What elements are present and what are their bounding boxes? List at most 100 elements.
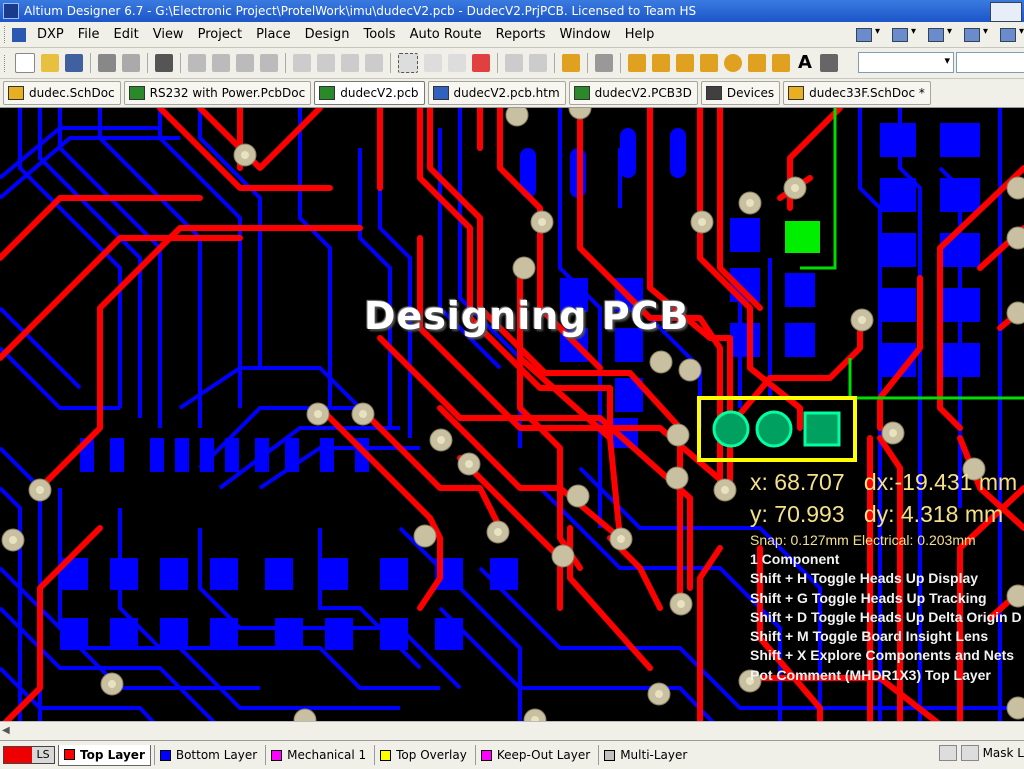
zoom-selected-icon[interactable]: [236, 54, 254, 72]
layer-tab-top-overlay[interactable]: Top Overlay: [374, 745, 472, 765]
window-controls[interactable]: [990, 2, 1022, 22]
place-string-icon[interactable]: A: [796, 54, 814, 72]
menu-file[interactable]: File: [71, 27, 107, 42]
undo-icon[interactable]: [505, 54, 523, 72]
menu-dxp[interactable]: DXP: [30, 27, 71, 42]
redo-icon[interactable]: [529, 54, 547, 72]
layer-color-swatch: [480, 749, 492, 761]
rubber-stamp-icon[interactable]: [365, 54, 383, 72]
place-fill-icon[interactable]: [772, 54, 790, 72]
toolbar-combo[interactable]: [858, 52, 954, 73]
hud-dy: dy: 4.318 mm: [863, 501, 1004, 527]
layer-tab-label: Keep-Out Layer: [496, 748, 591, 762]
align-dropdown-icon[interactable]: [960, 24, 988, 44]
window-title: Altium Designer 6.7 - G:\Electronic Proj…: [24, 4, 697, 18]
layer-tab-multi-layer[interactable]: Multi-Layer: [598, 745, 692, 765]
grid-dropdown-icon[interactable]: [996, 24, 1024, 44]
copy-icon[interactable]: [317, 54, 335, 72]
open-icon[interactable]: [41, 54, 59, 72]
doc-tab-label: dudecV2.pcb.htm: [453, 86, 560, 100]
toolbar-separator: [90, 53, 91, 73]
select-area-icon[interactable]: [398, 53, 418, 73]
doc-tab[interactable]: dudec33F.SchDoc *: [783, 81, 931, 105]
horizontal-scrollbar[interactable]: ◀: [0, 721, 1024, 741]
hud-y: y: 70.993: [750, 501, 845, 527]
place-via-icon[interactable]: [724, 54, 742, 72]
hud-x: x: 68.707: [750, 469, 845, 495]
multi-route-icon[interactable]: [676, 54, 694, 72]
layer-tab-bottom-layer[interactable]: Bottom Layer: [153, 745, 262, 765]
doc-tab[interactable]: Devices: [700, 81, 781, 105]
print-icon[interactable]: [98, 54, 116, 72]
menu-project[interactable]: Project: [191, 27, 249, 42]
header-pad-2: [755, 410, 793, 448]
print-preview-icon[interactable]: [122, 54, 140, 72]
doc-tab[interactable]: dudec.SchDoc: [3, 81, 121, 105]
cross-probe-icon[interactable]: [562, 54, 580, 72]
menu-window[interactable]: Window: [553, 27, 618, 42]
doc-tab[interactable]: dudecV2.pcb.htm: [427, 81, 566, 105]
interactive-dropdown-icon[interactable]: [924, 24, 952, 44]
toolbar-separator: [587, 53, 588, 73]
zoom-fit-icon[interactable]: [188, 54, 206, 72]
layer-tab-top-layer[interactable]: Top Layer: [58, 744, 151, 766]
doc-tab[interactable]: dudecV2.PCB3D: [568, 81, 698, 105]
new-icon[interactable]: [15, 53, 35, 73]
select-connected-icon[interactable]: [448, 54, 466, 72]
save-icon[interactable]: [65, 54, 83, 72]
menu-reports[interactable]: Reports: [489, 27, 553, 42]
doc-tab-active[interactable]: dudecV2.pcb: [314, 81, 425, 105]
place-component-icon[interactable]: [820, 54, 838, 72]
schematic-icon: [788, 86, 805, 100]
menu-auto-route[interactable]: Auto Route: [403, 27, 489, 42]
filter-dropdown-icon[interactable]: [852, 24, 880, 44]
toolbar-separator: [180, 53, 181, 73]
doc-tab[interactable]: RS232 with Power.PcbDoc: [123, 81, 312, 105]
menu-tools[interactable]: Tools: [357, 27, 403, 42]
hud-line: Pot Comment (MHDR1X3) Top Layer: [750, 666, 991, 683]
cut-icon[interactable]: [293, 54, 311, 72]
mask-level-button[interactable]: Mask L: [983, 746, 1024, 760]
hud-line: Shift + M Toggle Board Insight Lens: [750, 628, 989, 645]
place-pad-icon[interactable]: [700, 54, 718, 72]
menu-edit[interactable]: Edit: [107, 27, 146, 42]
move-icon[interactable]: [424, 54, 442, 72]
paste-icon[interactable]: [341, 54, 359, 72]
select-dropdown-icon[interactable]: [888, 24, 916, 44]
toolbar-grip: [4, 54, 8, 72]
title-bar: Altium Designer 6.7 - G:\Electronic Proj…: [0, 0, 1024, 22]
layer-tab-mechanical-1[interactable]: Mechanical 1: [265, 745, 371, 765]
pcb-canvas[interactable]: Designing PCB x: 68.707 dx:-19.431 mm y:…: [0, 108, 1024, 740]
zoom-filtered-icon[interactable]: [260, 54, 278, 72]
layer-tabs-bar: LS Top Layer Bottom Layer Mechanical 1 T…: [0, 740, 1024, 769]
zoom-area-icon[interactable]: [212, 54, 230, 72]
toolbar-separator: [147, 53, 148, 73]
open-device-icon[interactable]: [155, 54, 173, 72]
snap-options-icon[interactable]: [938, 745, 957, 761]
browse-components-icon[interactable]: [595, 54, 613, 72]
altium-app-icon: [3, 3, 19, 19]
scroll-left-icon[interactable]: ◀: [2, 725, 10, 736]
hud-coordinates-x: x: 68.707 dx:-19.431 mm: [750, 466, 1022, 498]
deselect-icon[interactable]: [472, 54, 490, 72]
layer-color-swatch: [64, 749, 75, 760]
mask-level-icon[interactable]: [960, 745, 979, 761]
diff-pair-route-icon[interactable]: [652, 54, 670, 72]
html-icon: [432, 86, 449, 100]
toolbar-combo-secondary[interactable]: [956, 52, 1024, 73]
layer-set-button[interactable]: LS: [3, 746, 55, 764]
menu-design[interactable]: Design: [298, 27, 357, 42]
place-arc-icon[interactable]: [748, 54, 766, 72]
interactive-route-icon[interactable]: [628, 54, 646, 72]
doc-tab-label: dudecV2.pcb: [340, 86, 419, 100]
document-tabs: dudec.SchDoc RS232 with Power.PcbDoc dud…: [0, 79, 1024, 108]
menu-help[interactable]: Help: [618, 27, 662, 42]
menu-place[interactable]: Place: [249, 27, 298, 42]
doc-tab-label: dudec.SchDoc: [29, 86, 115, 100]
green-pad: [785, 221, 820, 253]
doc-tab-label: dudec33F.SchDoc *: [809, 86, 925, 100]
heads-up-display: x: 68.707 dx:-19.431 mm y: 70.993 dy: 4.…: [750, 466, 1022, 685]
menu-view[interactable]: View: [146, 27, 191, 42]
layer-tab-keep-out[interactable]: Keep-Out Layer: [474, 745, 595, 765]
dxp-icon[interactable]: [12, 27, 26, 42]
